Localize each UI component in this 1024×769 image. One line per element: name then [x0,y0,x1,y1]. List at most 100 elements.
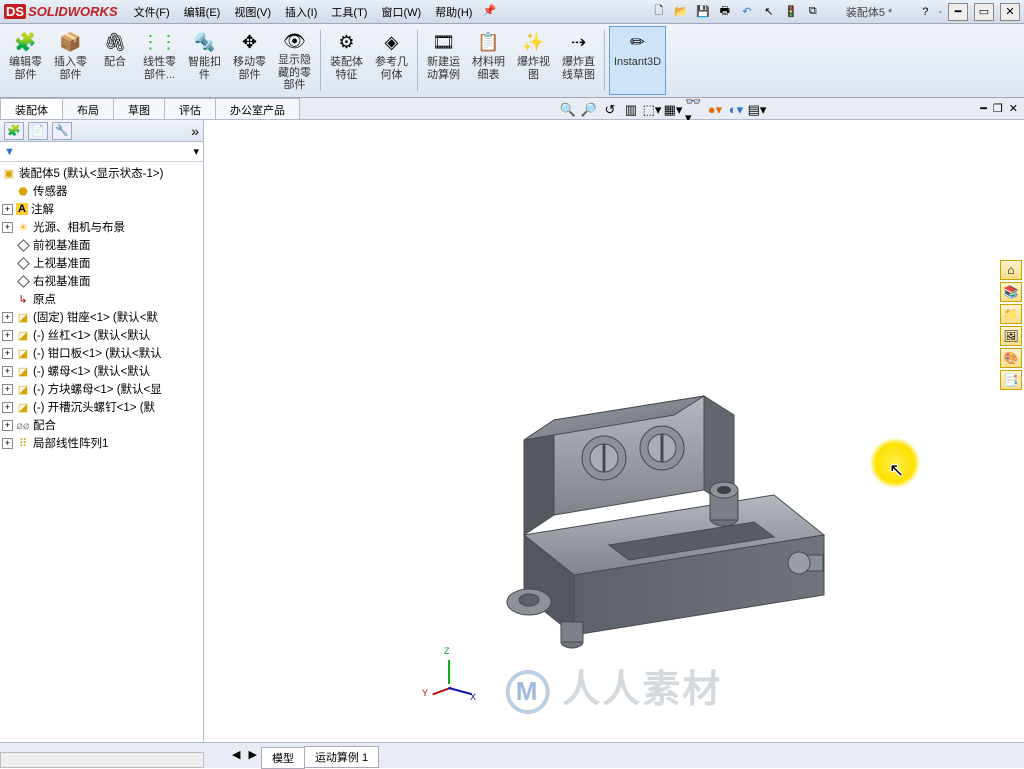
tree-part-2[interactable]: +◪(-) 丝杠<1> (默认<默认 [0,326,203,344]
taskpane-design-library-icon[interactable]: 📚 [1000,282,1022,302]
help-icon[interactable]: ? [916,3,934,21]
expand-icon[interactable]: + [2,330,13,341]
tree-part-4[interactable]: +◪(-) 螺母<1> (默认<默认 [0,362,203,380]
assembly-model[interactable] [404,360,834,660]
expand-icon[interactable]: + [2,420,13,431]
expand-icon[interactable]: + [2,384,13,395]
tree-top-plane[interactable]: 上视基准面 [0,254,203,272]
pin-icon[interactable]: 📌 [480,2,498,20]
menu-window[interactable]: 窗口(W) [375,2,427,22]
menu-view[interactable]: 视图(V) [228,2,277,22]
tab-layout[interactable]: 布局 [62,98,114,119]
zoom-area-icon[interactable]: 🔎 [580,101,598,119]
edit-component-button[interactable]: 🧩编辑零 部件 [4,26,47,95]
viewport-close-icon[interactable]: ✕ [1009,102,1018,115]
tree-right-plane[interactable]: 右视基准面 [0,272,203,290]
menu-file[interactable]: 文件(F) [128,2,176,22]
menu-edit[interactable]: 编辑(E) [178,2,227,22]
new-icon[interactable]: 🗋 [650,3,668,21]
hide-show-icon[interactable]: 👓▾ [685,101,703,119]
tab-assembly[interactable]: 装配体 [0,98,63,119]
tree-pattern[interactable]: +⠿局部线性阵列1 [0,434,203,452]
tab-office[interactable]: 办公室产品 [215,98,300,119]
fm-tab-tree[interactable]: 🧩 [4,122,24,140]
fm-tab-property[interactable]: 📄 [28,122,48,140]
tree-lights[interactable]: +☀光源、相机与布景 [0,218,203,236]
tree-part-5[interactable]: +◪(-) 方块螺母<1> (默认<显 [0,380,203,398]
menu-tools[interactable]: 工具(T) [325,2,373,22]
tab-sketch[interactable]: 草图 [113,98,165,119]
bom-button[interactable]: 📋材料明 细表 [467,26,510,95]
minimize-button[interactable]: ━ [948,3,968,21]
fm-tab-config[interactable]: 🔧 [52,122,72,140]
insert-component-button[interactable]: 📦插入零 部件 [49,26,92,95]
assembly-features-button[interactable]: ⚙装配体 特征 [325,26,368,95]
tab-motion-study-1[interactable]: 运动算例 1 [304,746,379,768]
expand-icon[interactable]: + [2,312,13,323]
expand-icon[interactable]: + [2,402,13,413]
taskpane-custom-props-icon[interactable]: 📑 [1000,370,1022,390]
new-motion-study-button[interactable]: 🎞新建运 动算例 [422,26,465,95]
taskpane-file-explorer-icon[interactable]: 📁 [1000,304,1022,324]
tab-evaluate[interactable]: 评估 [164,98,216,119]
tree-root[interactable]: ▣装配体5 (默认<显示状态-1>) [0,164,203,182]
instant3d-button[interactable]: ✏Instant3D [609,26,666,95]
exploded-view-button[interactable]: ✨爆炸视 图 [512,26,555,95]
tree-annotations[interactable]: +A注解 [0,200,203,218]
smart-fasteners-button[interactable]: 🔩智能扣 件 [183,26,226,95]
options-icon[interactable]: ⧉ [804,3,822,21]
undo-icon[interactable]: ↶ [738,3,756,21]
tree-front-plane[interactable]: 前视基准面 [0,236,203,254]
move-component-button[interactable]: ✥移动零 部件 [228,26,271,95]
reference-geometry-button[interactable]: ◈参考几 何体 [370,26,413,95]
view-orientation-icon[interactable]: ⬚▾ [643,101,661,119]
tree-sensors[interactable]: ⬣传感器 [0,182,203,200]
select-icon[interactable]: ↖ [760,3,778,21]
tree-part-3[interactable]: +◪(-) 钳口板<1> (默认<默认 [0,344,203,362]
previous-view-icon[interactable]: ↺ [601,101,619,119]
viewport-minimize-icon[interactable]: ━ [980,102,987,115]
view-settings-icon[interactable]: ▤▾ [748,101,766,119]
show-hidden-button[interactable]: 👁显示隐 藏的零 部件 [273,26,316,95]
menu-insert[interactable]: 插入(I) [279,2,323,22]
menu-help[interactable]: 帮助(H) [429,2,478,22]
tab-nav-left-icon[interactable]: ◀ [228,746,244,768]
linear-pattern-button[interactable]: ⋮⋮线性零 部件... [138,26,181,95]
taskpane-resources-icon[interactable]: ⌂ [1000,260,1022,280]
reference-geometry-icon: ◈ [379,29,405,55]
tree-origin[interactable]: ↳原点 [0,290,203,308]
taskpane-view-palette-icon[interactable]: 🖼 [1000,326,1022,346]
feature-manager-tab-strip: 🧩 📄 🔧 » [0,120,203,142]
graphics-viewport[interactable]: ↖ [204,120,1024,742]
expand-icon[interactable]: + [2,222,13,233]
close-button[interactable]: ✕ [1000,3,1020,21]
maximize-button[interactable]: ▭ [974,3,994,21]
tab-nav-right-icon[interactable]: ▶ [244,746,260,768]
filter-dropdown-icon[interactable]: ▾ [193,145,199,158]
tab-model[interactable]: 模型 [261,747,305,769]
open-icon[interactable]: 📂 [672,3,690,21]
explode-line-sketch-button[interactable]: ⇢爆炸直 线草图 [557,26,600,95]
zoom-fit-icon[interactable]: 🔍 [559,101,577,119]
expand-icon[interactable]: + [2,366,13,377]
print-icon[interactable]: 🖶 [716,3,734,21]
tree-mates[interactable]: +⌀⌀配合 [0,416,203,434]
scene-icon[interactable]: ◐▾ [727,101,745,119]
display-style-icon[interactable]: ▦▾ [664,101,682,119]
expand-icon[interactable]: + [2,204,13,215]
feature-filter-bar[interactable]: ▼ ▾ [0,142,203,162]
expand-icon[interactable]: + [2,348,13,359]
expand-icon[interactable]: + [2,438,13,449]
tree-part-1[interactable]: +◪(固定) 钳座<1> (默认<默 [0,308,203,326]
viewport-restore-icon[interactable]: ❐ [993,102,1003,115]
save-icon[interactable]: 💾 [694,3,712,21]
appearance-icon[interactable]: ●▾ [706,101,724,119]
tree-horizontal-scrollbar[interactable] [0,752,204,768]
traffic-icon[interactable]: 🚦 [782,3,800,21]
mate-button[interactable]: 🖇配合 [94,26,136,95]
fm-flyout-icon[interactable]: » [191,123,199,139]
taskpane-appearances-icon[interactable]: 🎨 [1000,348,1022,368]
section-view-icon[interactable]: ▥ [622,101,640,119]
orientation-triad[interactable]: Z Y X [426,652,476,702]
tree-part-6[interactable]: +◪(-) 开槽沉头螺钉<1> (默 [0,398,203,416]
